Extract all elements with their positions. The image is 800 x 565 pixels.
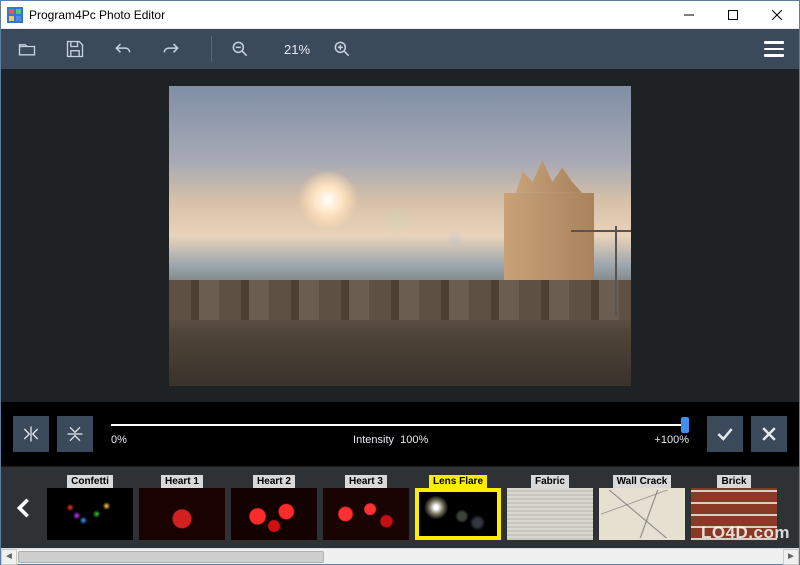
effect-thumb-image <box>47 488 133 540</box>
effect-thumb-image <box>139 488 225 540</box>
undo-button[interactable] <box>105 33 141 65</box>
effect-thumb-image <box>231 488 317 540</box>
main-toolbar: 21% <box>1 29 799 69</box>
effect-thumb-label: Brick <box>717 475 750 488</box>
window-title: Program4Pc Photo Editor <box>29 8 667 22</box>
effect-thumb[interactable]: Heart 2 <box>231 475 317 540</box>
effect-thumb[interactable]: Heart 3 <box>323 475 409 540</box>
effect-thumb-label: Confetti <box>67 475 113 488</box>
effect-thumb-image <box>323 488 409 540</box>
effect-thumb-image <box>415 488 501 540</box>
canvas-area[interactable] <box>1 69 799 402</box>
effects-prev-button[interactable] <box>1 467 47 548</box>
slider-min-label: 0% <box>111 434 127 446</box>
effect-thumb[interactable]: Heart 1 <box>139 475 225 540</box>
effect-thumb[interactable]: Lens Flare <box>415 475 501 540</box>
cancel-button[interactable] <box>751 416 787 452</box>
effect-thumb-label: Lens Flare <box>429 475 487 488</box>
save-button[interactable] <box>57 33 93 65</box>
open-button[interactable] <box>9 33 45 65</box>
crane <box>615 226 617 316</box>
menu-button[interactable] <box>757 33 791 65</box>
city-foreground <box>169 300 631 386</box>
slider-max-label: +100% <box>654 434 689 446</box>
effect-thumb-image <box>507 488 593 540</box>
hamburger-icon <box>764 41 784 44</box>
effect-thumb-image <box>599 488 685 540</box>
horizontal-scrollbar: ◄ ► <box>1 548 799 564</box>
photo-preview <box>169 86 631 386</box>
maximize-button[interactable] <box>711 1 755 29</box>
effect-thumb-label: Wall Crack <box>613 475 672 488</box>
minimize-button[interactable] <box>667 1 711 29</box>
scroll-track[interactable] <box>18 551 782 563</box>
zoom-out-button[interactable] <box>222 33 258 65</box>
effect-thumb[interactable]: Fabric <box>507 475 593 540</box>
effect-thumb[interactable]: Wall Crack <box>599 475 685 540</box>
intensity-slider[interactable] <box>111 422 689 428</box>
compare-horizontal-button[interactable] <box>13 416 49 452</box>
close-button[interactable] <box>755 1 799 29</box>
effect-thumb-label: Heart 3 <box>345 475 387 488</box>
effect-thumb-image <box>691 488 777 540</box>
slider-thumb[interactable] <box>681 417 689 433</box>
slider-param-label: Intensity 100% <box>353 434 428 446</box>
apply-button[interactable] <box>707 416 743 452</box>
effects-thumbnails: Confetti Heart 1 Heart 2 Heart 3 Lens Flare F… <box>47 473 799 542</box>
effects-row: Confetti Heart 1 Heart 2 Heart 3 Lens Flare F… <box>1 466 799 548</box>
compare-vertical-button[interactable] <box>57 416 93 452</box>
toolbar-divider <box>211 36 212 62</box>
scroll-left-button[interactable]: ◄ <box>1 549 17 565</box>
effect-thumb[interactable]: Confetti <box>47 475 133 540</box>
intensity-slider-area: 0% Intensity 100% +100% <box>111 422 689 446</box>
scroll-right-button[interactable]: ► <box>783 549 799 565</box>
effect-thumb-label: Heart 2 <box>253 475 295 488</box>
effect-controls: 0% Intensity 100% +100% <box>1 402 799 466</box>
effect-thumb-label: Heart 1 <box>161 475 203 488</box>
zoom-in-button[interactable] <box>324 33 360 65</box>
effect-thumb[interactable]: Brick <box>691 475 777 540</box>
app-window: Program4Pc Photo Editor <box>0 0 800 565</box>
app-icon <box>7 7 23 23</box>
zoom-level: 21% <box>284 42 310 57</box>
titlebar: Program4Pc Photo Editor <box>1 1 799 29</box>
redo-button[interactable] <box>153 33 189 65</box>
effect-thumb-label: Fabric <box>531 475 569 488</box>
scroll-thumb[interactable] <box>18 551 324 563</box>
